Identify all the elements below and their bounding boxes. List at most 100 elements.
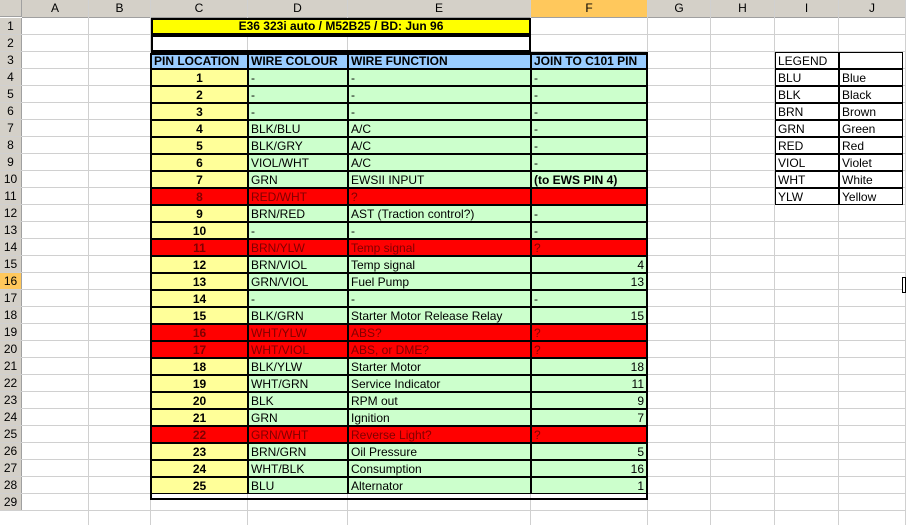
- wire-function-cell[interactable]: -: [348, 103, 531, 120]
- sheet-title-cell[interactable]: E36 323i auto / M52B25 / BD: Jun 96: [151, 18, 531, 35]
- row-header-11[interactable]: 11: [0, 188, 22, 205]
- pin-location-cell[interactable]: 4: [151, 120, 248, 137]
- wire-colour-cell[interactable]: WHT/BLK: [248, 460, 348, 477]
- legend-code[interactable]: BLK: [775, 86, 839, 103]
- column-header-g[interactable]: G: [648, 0, 711, 18]
- row-header-7[interactable]: 7: [0, 120, 22, 137]
- row-header-14[interactable]: 14: [0, 239, 22, 256]
- select-all-corner[interactable]: [0, 0, 22, 17]
- pin-location-cell[interactable]: 23: [151, 443, 248, 460]
- blank-title-row-cell[interactable]: [151, 35, 531, 52]
- join-c101-cell[interactable]: 18: [531, 358, 648, 375]
- legend-code[interactable]: GRN: [775, 120, 839, 137]
- wire-function-header[interactable]: WIRE FUNCTION: [348, 52, 531, 69]
- wire-function-cell[interactable]: Reverse Light?: [348, 426, 531, 443]
- row-header-29[interactable]: 29: [0, 494, 22, 511]
- pin-location-cell[interactable]: 15: [151, 307, 248, 324]
- join-c101-cell[interactable]: 9: [531, 392, 648, 409]
- column-header-h[interactable]: H: [711, 0, 775, 18]
- join-header[interactable]: JOIN TO C101 PIN: [531, 52, 648, 69]
- column-header-i[interactable]: I: [775, 0, 839, 18]
- pin-location-cell[interactable]: 13: [151, 273, 248, 290]
- wire-colour-cell[interactable]: WHT/VIOL: [248, 341, 348, 358]
- join-c101-cell[interactable]: 5: [531, 443, 648, 460]
- wire-function-cell[interactable]: Starter Motor Release Relay: [348, 307, 531, 324]
- pin-location-cell[interactable]: 24: [151, 460, 248, 477]
- join-c101-cell[interactable]: ?: [531, 239, 648, 256]
- wire-function-cell[interactable]: Oil Pressure: [348, 443, 531, 460]
- row-header-12[interactable]: 12: [0, 205, 22, 222]
- wire-function-cell[interactable]: Temp signal: [348, 256, 531, 273]
- legend-name[interactable]: Brown: [839, 103, 903, 120]
- legend-code[interactable]: WHT: [775, 171, 839, 188]
- wire-function-cell[interactable]: Ignition: [348, 409, 531, 426]
- column-header-d[interactable]: D: [248, 0, 348, 18]
- pin-location-cell[interactable]: 1: [151, 69, 248, 86]
- legend-name[interactable]: White: [839, 171, 903, 188]
- join-c101-cell[interactable]: -: [531, 290, 648, 307]
- pin-location-cell[interactable]: 10: [151, 222, 248, 239]
- pin-location-cell[interactable]: 2: [151, 86, 248, 103]
- wire-colour-cell[interactable]: GRN/WHT: [248, 426, 348, 443]
- wire-colour-cell[interactable]: RED/WHT: [248, 188, 348, 205]
- wire-colour-header[interactable]: WIRE COLOUR: [248, 52, 348, 69]
- join-c101-cell[interactable]: 15: [531, 307, 648, 324]
- join-c101-cell[interactable]: ?: [531, 341, 648, 358]
- pin-location-cell[interactable]: 11: [151, 239, 248, 256]
- wire-function-cell[interactable]: Consumption: [348, 460, 531, 477]
- spreadsheet[interactable]: ABCDEFGHIJ 1 2 3 4 5 6 7 8 9 10 11 12 13 14 15 16 17 18 19…: [0, 0, 906, 525]
- pin-location-cell[interactable]: 19: [151, 375, 248, 392]
- wire-function-cell[interactable]: -: [348, 69, 531, 86]
- wire-function-cell[interactable]: AST (Traction control?): [348, 205, 531, 222]
- join-c101-cell[interactable]: -: [531, 222, 648, 239]
- wire-function-cell[interactable]: A/C: [348, 137, 531, 154]
- row-header-3[interactable]: 3: [0, 52, 22, 69]
- legend-name[interactable]: Blue: [839, 69, 903, 86]
- wire-colour-cell[interactable]: VIOL/WHT: [248, 154, 348, 171]
- wire-colour-cell[interactable]: BRN/YLW: [248, 239, 348, 256]
- row-header-10[interactable]: 10: [0, 171, 22, 188]
- wire-colour-cell[interactable]: BLK: [248, 392, 348, 409]
- join-c101-cell[interactable]: -: [531, 205, 648, 222]
- row-header-4[interactable]: 4: [0, 69, 22, 86]
- legend-title-blank[interactable]: [839, 52, 903, 69]
- wire-function-cell[interactable]: A/C: [348, 120, 531, 137]
- wire-colour-cell[interactable]: -: [248, 86, 348, 103]
- column-header-b[interactable]: B: [89, 0, 151, 18]
- wire-function-cell[interactable]: Starter Motor: [348, 358, 531, 375]
- join-c101-cell[interactable]: ?: [531, 324, 648, 341]
- legend-name[interactable]: Yellow: [839, 188, 903, 205]
- pin-location-cell[interactable]: 25: [151, 477, 248, 494]
- join-c101-cell[interactable]: ?: [531, 426, 648, 443]
- wire-function-cell[interactable]: Temp signal: [348, 239, 531, 256]
- pin-location-cell[interactable]: 6: [151, 154, 248, 171]
- pin-location-cell[interactable]: 17: [151, 341, 248, 358]
- row-header-21[interactable]: 21: [0, 358, 22, 375]
- legend-name[interactable]: Black: [839, 86, 903, 103]
- wire-colour-cell[interactable]: WHT/GRN: [248, 375, 348, 392]
- join-c101-cell[interactable]: -: [531, 154, 648, 171]
- legend-code[interactable]: YLW: [775, 188, 839, 205]
- pin-location-cell[interactable]: 18: [151, 358, 248, 375]
- row-header-19[interactable]: 19: [0, 324, 22, 341]
- column-header-a[interactable]: A: [22, 0, 89, 18]
- wire-colour-cell[interactable]: BRN/VIOL: [248, 256, 348, 273]
- pin-location-cell[interactable]: 16: [151, 324, 248, 341]
- wire-function-cell[interactable]: -: [348, 290, 531, 307]
- join-c101-cell[interactable]: 7: [531, 409, 648, 426]
- row-header-25[interactable]: 25: [0, 426, 22, 443]
- row-header-13[interactable]: 13: [0, 222, 22, 239]
- column-header-c[interactable]: C: [151, 0, 248, 18]
- row-header-16[interactable]: 16: [0, 273, 22, 290]
- wire-function-cell[interactable]: ?: [348, 188, 531, 205]
- join-c101-cell[interactable]: (to EWS PIN 4): [531, 171, 648, 188]
- pin-location-cell[interactable]: 3: [151, 103, 248, 120]
- pin-location-header[interactable]: PIN LOCATION: [151, 52, 248, 69]
- legend-code[interactable]: RED: [775, 137, 839, 154]
- pin-location-cell[interactable]: 12: [151, 256, 248, 273]
- wire-colour-cell[interactable]: BRN/GRN: [248, 443, 348, 460]
- row-header-27[interactable]: 27: [0, 460, 22, 477]
- wire-colour-cell[interactable]: GRN: [248, 409, 348, 426]
- pin-location-cell[interactable]: 5: [151, 137, 248, 154]
- wire-function-cell[interactable]: Service Indicator: [348, 375, 531, 392]
